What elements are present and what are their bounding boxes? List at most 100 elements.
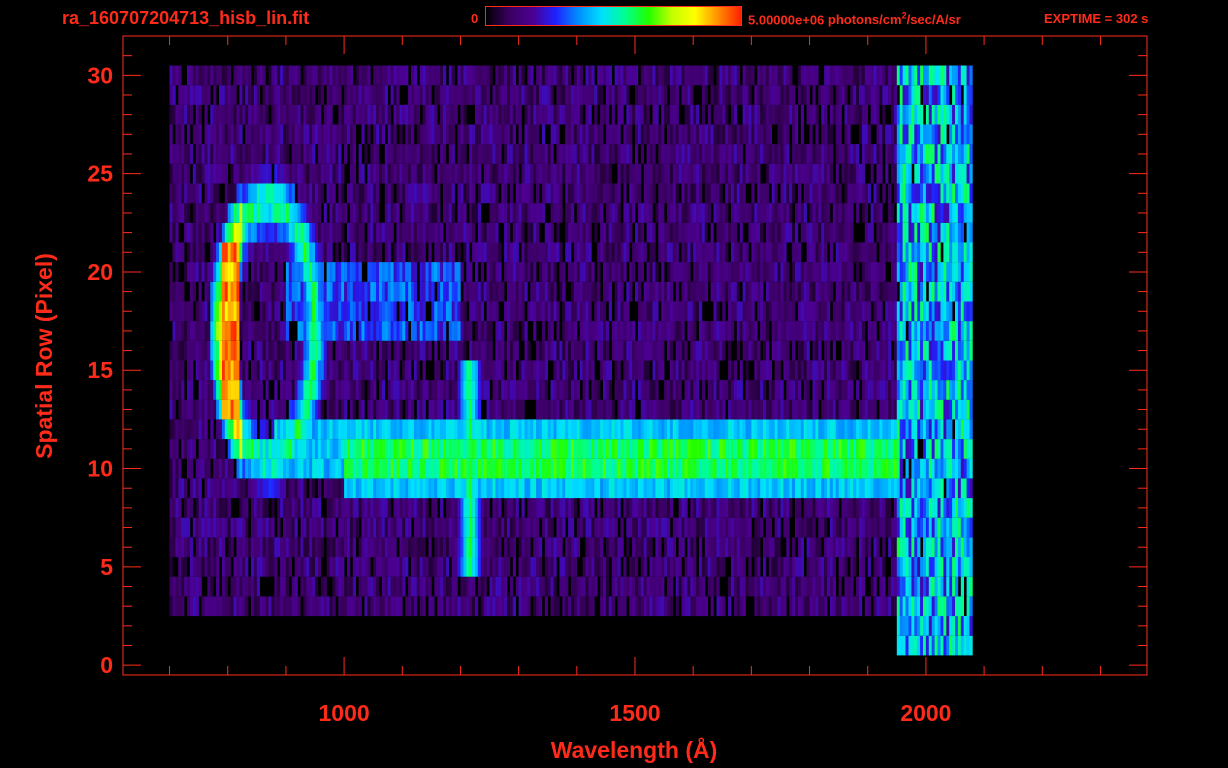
heatmap-cell	[658, 321, 662, 341]
heatmap-cell	[687, 517, 691, 538]
heatmap-cell	[213, 596, 217, 617]
heatmap-cell	[768, 281, 772, 302]
heatmap-cell	[475, 321, 479, 341]
heatmap-cell	[259, 537, 263, 558]
heatmap-cell	[428, 439, 432, 459]
heatmap-cell	[891, 439, 895, 459]
heatmap-cell	[652, 439, 656, 459]
heatmap-cell	[629, 498, 633, 518]
heatmap-cell	[588, 301, 592, 322]
heatmap-cell	[963, 419, 967, 440]
heatmap-cell	[821, 321, 825, 341]
heatmap-cell	[707, 458, 711, 479]
heatmap-cell	[568, 537, 572, 558]
heatmap-cell	[626, 321, 630, 341]
heatmap-cell	[664, 537, 668, 558]
heatmap-cell	[518, 596, 522, 617]
heatmap-cell	[844, 340, 848, 361]
heatmap-cell	[294, 537, 298, 558]
heatmap-cell	[422, 576, 426, 597]
heatmap-cell	[879, 557, 883, 577]
heatmap-cell	[713, 262, 717, 282]
heatmap-cell	[402, 301, 406, 322]
heatmap-cell	[800, 360, 804, 381]
heatmap-cell	[969, 458, 973, 479]
heatmap-cell	[646, 399, 650, 420]
heatmap-cell	[745, 380, 749, 400]
heatmap-cell	[969, 281, 973, 302]
heatmap-cell	[573, 458, 578, 479]
heatmap-cell	[960, 537, 964, 558]
heatmap-cell	[480, 380, 484, 400]
heatmap-cell	[408, 301, 412, 322]
heatmap-cell	[661, 222, 665, 243]
heatmap-cell	[905, 478, 909, 499]
heatmap-cell	[582, 262, 586, 282]
heatmap-cell	[934, 537, 938, 558]
heatmap-cell	[777, 301, 781, 322]
heatmap-cell	[242, 478, 246, 499]
heatmap-cell	[818, 301, 822, 322]
heatmap-cell	[667, 419, 671, 440]
heatmap-cell	[867, 340, 871, 361]
heatmap-cell	[533, 517, 537, 538]
heatmap-cell	[390, 262, 394, 282]
heatmap-cell	[667, 596, 671, 617]
heatmap-cell	[408, 340, 412, 361]
heatmap-cell	[460, 557, 464, 577]
heatmap-cell	[873, 596, 877, 617]
heatmap-cell	[914, 242, 918, 263]
heatmap-cell	[693, 340, 697, 361]
heatmap-cell	[326, 399, 330, 420]
heatmap-cell	[477, 419, 482, 440]
heatmap-cell	[379, 478, 383, 499]
heatmap-cell	[559, 517, 563, 538]
heatmap-cell	[923, 517, 927, 538]
heatmap-cell	[800, 281, 804, 302]
heatmap-cell	[219, 242, 223, 263]
heatmap-cell	[963, 478, 967, 499]
heatmap-cell	[946, 439, 950, 459]
heatmap-cell	[675, 576, 679, 597]
heatmap-cell	[483, 242, 487, 263]
heatmap-cell	[271, 517, 275, 538]
heatmap-cell	[352, 557, 356, 577]
heatmap-cell	[361, 340, 365, 361]
heatmap-cell	[396, 439, 400, 459]
heatmap-cell	[489, 439, 493, 459]
heatmap-cell	[943, 439, 947, 459]
heatmap-cell	[780, 321, 784, 341]
heatmap-cell	[792, 478, 796, 499]
heatmap-cell	[285, 262, 290, 282]
heatmap-cell	[832, 380, 836, 400]
heatmap-cell	[719, 399, 723, 420]
heatmap-cell	[579, 301, 583, 322]
heatmap-cell	[265, 419, 269, 440]
heatmap-cell	[573, 399, 578, 420]
heatmap-cell	[213, 498, 217, 518]
heatmap-cell	[722, 537, 726, 558]
heatmap-cell	[911, 321, 915, 341]
heatmap-cell	[588, 360, 592, 381]
heatmap-cell	[742, 458, 746, 479]
heatmap-cell	[175, 596, 179, 617]
heatmap-cell	[489, 340, 493, 361]
heatmap-cell	[539, 242, 543, 263]
heatmap-cell	[693, 458, 697, 479]
heatmap-cell	[201, 419, 205, 440]
heatmap-cell	[585, 380, 589, 400]
heatmap-cell	[707, 419, 711, 440]
heatmap-cell	[949, 537, 953, 558]
heatmap-cell	[306, 242, 310, 263]
heatmap-cell	[338, 576, 342, 597]
heatmap-cell	[617, 439, 621, 459]
heatmap-cell	[309, 242, 313, 263]
heatmap-cell	[681, 596, 685, 617]
heatmap-cell	[483, 281, 487, 302]
heatmap-cell	[925, 537, 930, 558]
heatmap-cell	[521, 517, 525, 538]
heatmap-cell	[216, 576, 220, 597]
heatmap-cell	[792, 439, 796, 459]
heatmap-cell	[504, 478, 508, 499]
heatmap-cell	[463, 242, 467, 263]
